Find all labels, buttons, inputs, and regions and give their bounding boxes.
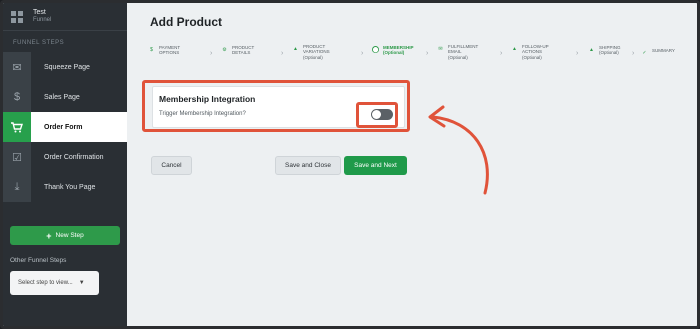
app-window: Test Funnel FUNNEL STEPS ✉ Squeeze Page … <box>0 0 700 329</box>
annotation-arrow <box>428 105 489 195</box>
